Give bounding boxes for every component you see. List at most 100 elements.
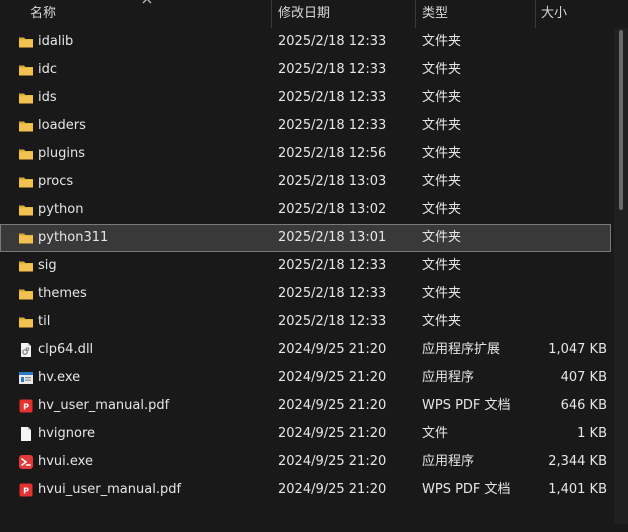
file-modified-date: 2025/2/18 13:01 xyxy=(278,230,387,245)
file-size: 1 KB xyxy=(577,426,607,441)
file-type: 文件夹 xyxy=(422,118,462,133)
column-size[interactable]: 大小 xyxy=(541,0,567,28)
folder-icon xyxy=(18,118,34,134)
file-name: idalib xyxy=(38,34,74,49)
file-modified-date: 2025/2/18 12:33 xyxy=(278,286,387,301)
file-row[interactable]: clp64.dll 2024/9/25 21:20 应用程序扩展 1,047 KB xyxy=(0,336,611,364)
file-size: 2,344 KB xyxy=(548,454,607,469)
folder-icon xyxy=(18,146,34,162)
file-modified-date: 2025/2/18 12:33 xyxy=(278,118,387,133)
file-name: hv_user_manual.pdf xyxy=(38,398,170,413)
column-name[interactable]: 名称 xyxy=(30,0,56,28)
file-name: sig xyxy=(38,258,57,273)
file-size: 646 KB xyxy=(560,398,607,413)
file-name: hvui.exe xyxy=(38,454,93,469)
blank-file-icon xyxy=(18,426,34,442)
folder-icon xyxy=(18,314,34,330)
file-name: clp64.dll xyxy=(38,342,94,357)
folder-icon xyxy=(18,62,34,78)
file-modified-date: 2024/9/25 21:20 xyxy=(278,398,387,413)
file-row[interactable]: til 2025/2/18 12:33 文件夹 xyxy=(0,308,611,336)
column-divider[interactable] xyxy=(271,0,272,28)
file-type: 文件夹 xyxy=(422,314,462,329)
file-modified-date: 2025/2/18 13:03 xyxy=(278,174,387,189)
file-modified-date: 2025/2/18 12:56 xyxy=(278,146,387,161)
file-name: hvui_user_manual.pdf xyxy=(38,482,182,497)
file-name: python xyxy=(38,202,84,217)
file-type: 应用程序 xyxy=(422,454,475,469)
file-row[interactable]: python 2025/2/18 13:02 文件夹 xyxy=(0,196,611,224)
file-row[interactable]: hv.exe 2024/9/25 21:20 应用程序 407 KB xyxy=(0,364,611,392)
folder-icon xyxy=(18,174,34,190)
pdf-file-icon: P xyxy=(18,398,34,414)
file-type: WPS PDF 文档 xyxy=(422,398,511,413)
sort-ascending-icon[interactable] xyxy=(142,0,152,5)
svg-text:P: P xyxy=(23,403,29,412)
file-type: 文件 xyxy=(422,426,449,441)
file-modified-date: 2024/9/25 21:20 xyxy=(278,426,387,441)
file-row[interactable]: Phvui_user_manual.pdf 2024/9/25 21:20 WPS … xyxy=(0,476,611,504)
file-modified-date: 2024/9/25 21:20 xyxy=(278,342,387,357)
file-modified-date: 2024/9/25 21:20 xyxy=(278,454,387,469)
file-type: WPS PDF 文档 xyxy=(422,482,511,497)
column-divider[interactable] xyxy=(415,0,416,28)
file-modified-date: 2024/9/25 21:20 xyxy=(278,370,387,385)
file-row[interactable]: ids 2025/2/18 12:33 文件夹 xyxy=(0,84,611,112)
dll-file-icon xyxy=(18,342,34,358)
file-type: 文件夹 xyxy=(422,146,462,161)
pdf-file-icon: P xyxy=(18,482,34,498)
file-row[interactable]: procs 2025/2/18 13:03 文件夹 xyxy=(0,168,611,196)
file-modified-date: 2025/2/18 13:02 xyxy=(278,202,387,217)
file-type: 文件夹 xyxy=(422,258,462,273)
file-type: 文件夹 xyxy=(422,286,462,301)
file-name: til xyxy=(38,314,51,329)
file-type: 文件夹 xyxy=(422,174,462,189)
file-type: 文件夹 xyxy=(422,90,462,105)
file-row[interactable]: sig 2025/2/18 12:33 文件夹 xyxy=(0,252,611,280)
file-name: procs xyxy=(38,174,74,189)
file-modified-date: 2025/2/18 12:33 xyxy=(278,34,387,49)
file-size: 1,401 KB xyxy=(548,482,607,497)
vertical-scrollbar[interactable] xyxy=(614,28,628,524)
ida-app-icon xyxy=(18,454,34,470)
column-modified[interactable]: 修改日期 xyxy=(278,0,330,28)
folder-icon xyxy=(18,258,34,274)
folder-icon xyxy=(18,230,34,246)
file-row[interactable]: themes 2025/2/18 12:33 文件夹 xyxy=(0,280,611,308)
file-modified-date: 2025/2/18 12:33 xyxy=(278,62,387,77)
file-row[interactable]: idalib 2025/2/18 12:33 文件夹 xyxy=(0,28,611,56)
file-row[interactable]: python311 2025/2/18 13:01 文件夹 xyxy=(0,224,611,252)
file-row[interactable]: loaders 2025/2/18 12:33 文件夹 xyxy=(0,112,611,140)
file-row[interactable]: hvui.exe 2024/9/25 21:20 应用程序 2,344 KB xyxy=(0,448,611,476)
column-divider[interactable] xyxy=(535,0,536,28)
file-name: ids xyxy=(38,90,57,105)
file-row[interactable]: hvignore 2024/9/25 21:20 文件 1 KB xyxy=(0,420,611,448)
file-type: 文件夹 xyxy=(422,62,462,77)
file-row[interactable]: idc 2025/2/18 12:33 文件夹 xyxy=(0,56,611,84)
file-modified-date: 2024/9/25 21:20 xyxy=(278,482,387,497)
file-name: hv.exe xyxy=(38,370,81,385)
file-size: 407 KB xyxy=(560,370,607,385)
file-type: 文件夹 xyxy=(422,230,462,245)
file-modified-date: 2025/2/18 12:33 xyxy=(278,314,387,329)
file-size: 1,047 KB xyxy=(548,342,607,357)
file-name: idc xyxy=(38,62,58,77)
file-name: loaders xyxy=(38,118,86,133)
column-type[interactable]: 类型 xyxy=(422,0,448,28)
file-modified-date: 2025/2/18 12:33 xyxy=(278,90,387,105)
folder-icon xyxy=(18,34,34,50)
file-row[interactable]: plugins 2025/2/18 12:56 文件夹 xyxy=(0,140,611,168)
folder-icon xyxy=(18,202,34,218)
file-row[interactable]: Phv_user_manual.pdf 2024/9/25 21:20 WPS PD… xyxy=(0,392,611,420)
file-type: 文件夹 xyxy=(422,34,462,49)
scrollbar-thumb[interactable] xyxy=(619,30,623,210)
file-type: 应用程序 xyxy=(422,370,475,385)
exe-app-icon xyxy=(18,370,34,386)
file-type: 文件夹 xyxy=(422,202,462,217)
folder-icon xyxy=(18,286,34,302)
file-name: hvignore xyxy=(38,426,96,441)
file-name: themes xyxy=(38,286,87,301)
file-name: plugins xyxy=(38,146,85,161)
svg-text:P: P xyxy=(23,487,29,496)
column-header: 名称 修改日期 类型 大小 xyxy=(0,0,628,28)
